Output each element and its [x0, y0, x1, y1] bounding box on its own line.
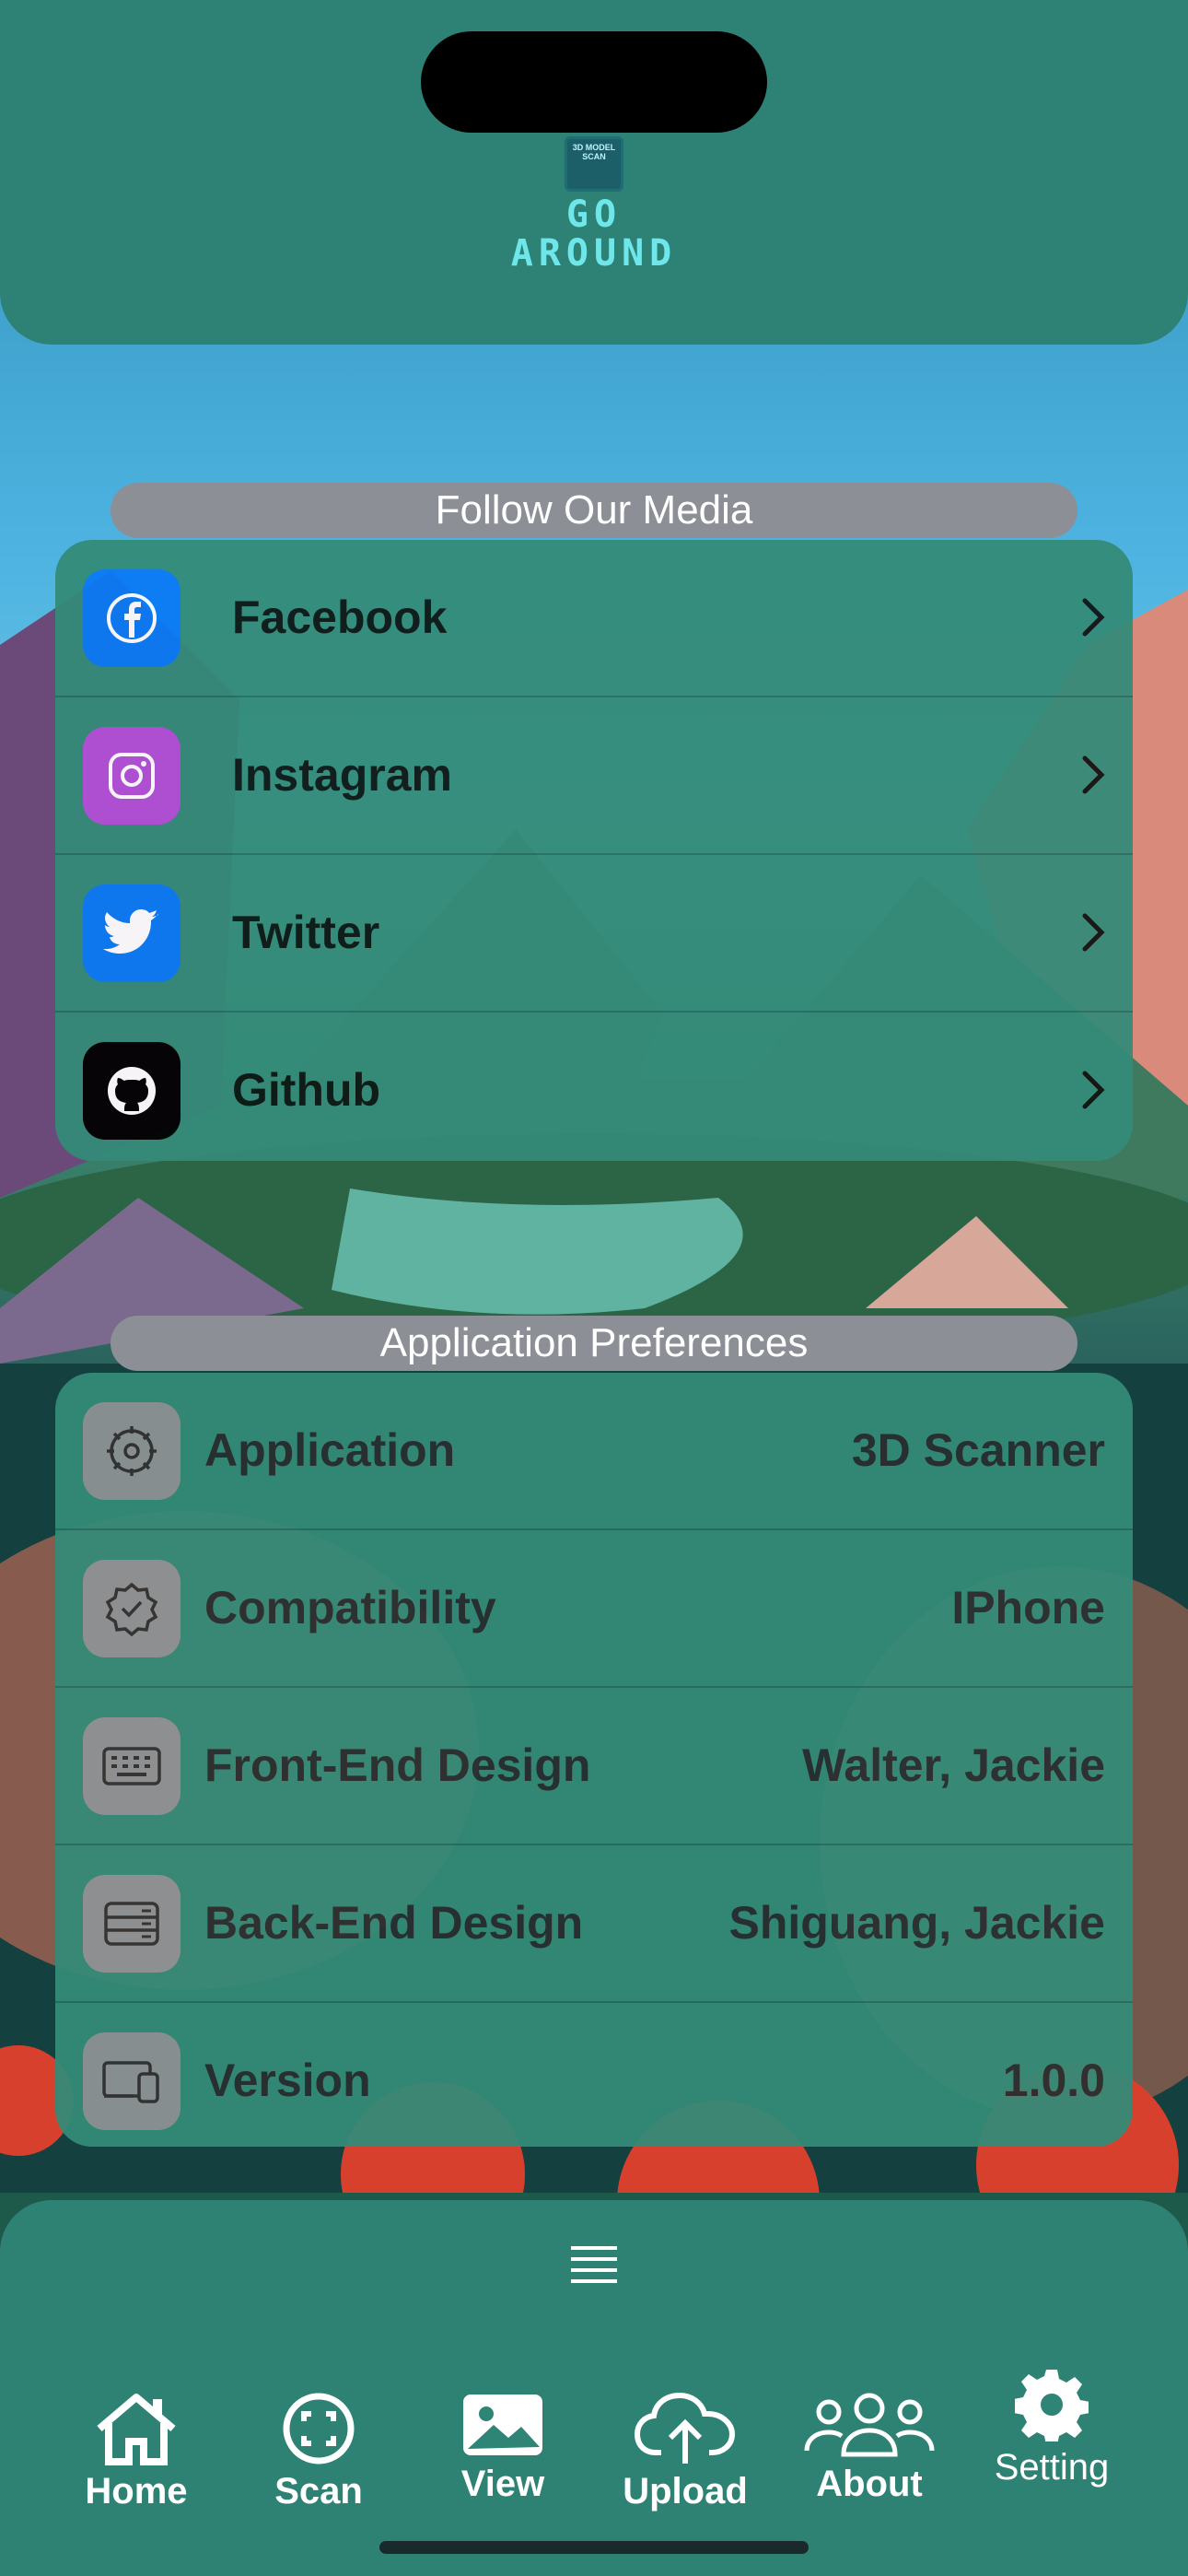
- gear-icon: [1015, 2370, 1089, 2441]
- tab-about[interactable]: About: [786, 2392, 952, 2505]
- pref-label: Back-End Design: [204, 1897, 584, 1949]
- tab-label: About: [816, 2464, 923, 2504]
- section-title-media: Follow Our Media: [111, 483, 1077, 538]
- app-logo: 3D MODEL SCAN GO AROUND: [483, 136, 705, 293]
- tab-label: Setting: [994, 2447, 1110, 2488]
- chevron-right-icon: [1082, 1071, 1105, 1109]
- facebook-icon: [83, 569, 181, 667]
- media-list: Facebook Instagram Twitter Github: [55, 540, 1133, 1161]
- pref-value: Walter, Jackie: [802, 1739, 1105, 1791]
- cloud-upload-icon: [634, 2392, 736, 2464]
- pref-value: 1.0.0: [1002, 2055, 1105, 2106]
- dynamic-island: [421, 31, 767, 133]
- media-row-github[interactable]: Github: [55, 1013, 1133, 1161]
- pref-row-back-end: Back-End Design Shiguang, Jackie: [55, 1845, 1133, 2003]
- people-icon: [804, 2393, 935, 2457]
- logo-mark: 3D MODEL SCAN: [565, 136, 623, 192]
- gear-outline-icon: [83, 1402, 181, 1500]
- pref-label: Version: [204, 2055, 371, 2106]
- chevron-right-icon: [1082, 755, 1105, 794]
- pref-value: IPhone: [951, 1582, 1105, 1633]
- home-indicator: [379, 2541, 809, 2554]
- chevron-right-icon: [1082, 913, 1105, 952]
- house-icon: [97, 2394, 176, 2465]
- media-label: Instagram: [232, 749, 452, 801]
- github-icon: [83, 1042, 181, 1140]
- pref-label: Application: [204, 1424, 456, 1476]
- logo-word-line2: AROUND: [510, 232, 678, 275]
- tab-setting[interactable]: Setting: [969, 2368, 1135, 2488]
- chevron-right-icon: [1082, 598, 1105, 637]
- checkmark-seal-icon: [83, 1560, 181, 1657]
- twitter-icon: [83, 884, 181, 982]
- pref-label: Compatibility: [204, 1582, 496, 1633]
- tab-label: Scan: [274, 2471, 363, 2512]
- media-row-instagram[interactable]: Instagram: [55, 697, 1133, 855]
- tab-view[interactable]: View: [420, 2392, 586, 2505]
- devices-icon: [83, 2032, 181, 2130]
- landscape-background: [0, 0, 1188, 2576]
- menu-lines-icon[interactable]: [569, 2244, 619, 2285]
- media-label: Facebook: [232, 591, 448, 643]
- logo-word-line1: GO: [565, 193, 623, 236]
- pref-value: Shiguang, Jackie: [728, 1897, 1105, 1949]
- pref-row-version: Version 1.0.0: [55, 2003, 1133, 2147]
- media-row-twitter[interactable]: Twitter: [55, 855, 1133, 1013]
- tab-home[interactable]: Home: [53, 2392, 219, 2512]
- section-title-preferences: Application Preferences: [111, 1316, 1077, 1371]
- scan-icon: [283, 2393, 355, 2465]
- pref-row-compatibility: Compatibility IPhone: [55, 1530, 1133, 1688]
- server-icon: [83, 1875, 181, 1973]
- tab-scan[interactable]: Scan: [236, 2392, 402, 2512]
- tab-upload[interactable]: Upload: [602, 2392, 768, 2512]
- tab-label: View: [460, 2464, 545, 2504]
- media-label: Twitter: [232, 907, 380, 958]
- keyboard-icon: [83, 1717, 181, 1815]
- pref-row-application: Application 3D Scanner: [55, 1373, 1133, 1530]
- media-row-facebook[interactable]: Facebook: [55, 540, 1133, 697]
- media-label: Github: [232, 1064, 381, 1116]
- photo-icon: [463, 2395, 542, 2455]
- pref-label: Front-End Design: [204, 1739, 591, 1791]
- pref-row-front-end: Front-End Design Walter, Jackie: [55, 1688, 1133, 1845]
- instagram-icon: [83, 727, 181, 825]
- preferences-list: Application 3D Scanner Compatibility IPh…: [55, 1373, 1133, 2147]
- pref-value: 3D Scanner: [851, 1424, 1105, 1476]
- tab-label: Home: [85, 2471, 188, 2512]
- tab-label: Upload: [623, 2471, 748, 2512]
